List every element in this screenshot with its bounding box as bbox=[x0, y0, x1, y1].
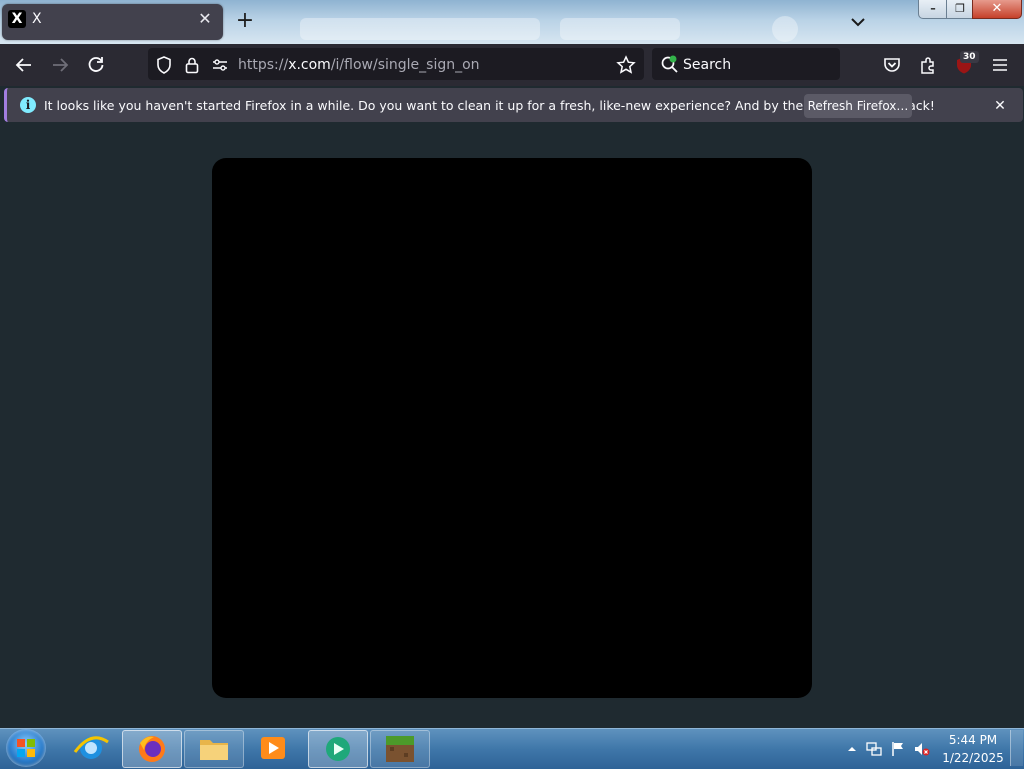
shield-icon[interactable] bbox=[154, 55, 174, 75]
restore-button[interactable]: ❐ bbox=[946, 0, 974, 19]
network-icon[interactable] bbox=[866, 741, 882, 757]
tab-title: X bbox=[32, 11, 42, 27]
info-icon: i bbox=[20, 97, 36, 113]
back-arrow-icon[interactable] bbox=[14, 55, 34, 75]
minimize-button[interactable]: – bbox=[918, 0, 948, 19]
firefox-taskbar-button[interactable] bbox=[122, 730, 182, 768]
show-desktop-button[interactable] bbox=[1010, 730, 1023, 766]
search-engine-icon[interactable] bbox=[660, 55, 680, 75]
new-tab-button[interactable]: + bbox=[234, 10, 256, 32]
url-text[interactable]: https://x.com/i/flow/single_sign_on bbox=[238, 57, 480, 73]
url-scheme: https:// bbox=[238, 57, 289, 73]
reload-icon[interactable] bbox=[86, 55, 106, 75]
minimize-icon: – bbox=[930, 2, 936, 15]
file-explorer-taskbar-button[interactable] bbox=[184, 730, 244, 768]
volume-muted-icon[interactable] bbox=[914, 741, 930, 757]
show-hidden-icons-icon[interactable] bbox=[844, 741, 860, 757]
url-path: /i/flow/single_sign_on bbox=[330, 57, 480, 73]
close-icon: ✕ bbox=[991, 1, 1003, 16]
blurred-background-tab bbox=[560, 18, 680, 40]
clock-date[interactable]: 1/22/2025 bbox=[940, 751, 1006, 765]
restore-icon: ❐ bbox=[955, 2, 965, 15]
pocket-icon[interactable] bbox=[882, 55, 902, 75]
extension-badge: 30 bbox=[960, 51, 979, 63]
start-button[interactable] bbox=[6, 729, 46, 767]
blurred-background-tab bbox=[300, 18, 540, 40]
internet-explorer-taskbar-button[interactable] bbox=[62, 730, 120, 766]
action-center-flag-icon[interactable] bbox=[890, 741, 906, 757]
clock-time[interactable]: 5:44 PM bbox=[948, 733, 998, 747]
video-app-taskbar-button[interactable] bbox=[308, 730, 368, 768]
forward-arrow-icon[interactable] bbox=[50, 55, 70, 75]
permissions-icon[interactable] bbox=[210, 55, 230, 75]
notification-close-icon[interactable]: ✕ bbox=[990, 96, 1010, 116]
tab-close-icon[interactable]: ✕ bbox=[196, 10, 214, 28]
hamburger-menu-icon[interactable] bbox=[990, 55, 1010, 75]
x-logo-icon: X bbox=[8, 10, 26, 28]
chevron-down-icon[interactable] bbox=[848, 12, 868, 32]
lock-icon[interactable] bbox=[182, 55, 202, 75]
search-bar[interactable] bbox=[652, 48, 840, 80]
url-domain: x.com bbox=[288, 57, 331, 73]
notification-message: It looks like you haven't started Firefo… bbox=[44, 98, 935, 113]
bookmark-star-icon[interactable] bbox=[616, 55, 636, 75]
search-input[interactable]: Search bbox=[683, 57, 731, 73]
sso-modal bbox=[212, 158, 812, 698]
minecraft-taskbar-button[interactable] bbox=[370, 730, 430, 768]
blurred-background-icon bbox=[772, 16, 798, 42]
refresh-firefox-button[interactable]: Refresh Firefox… bbox=[804, 94, 912, 118]
media-player-taskbar-button[interactable] bbox=[244, 730, 302, 766]
extensions-puzzle-icon[interactable] bbox=[918, 55, 938, 75]
window-close-button[interactable]: ✕ bbox=[972, 0, 1022, 19]
